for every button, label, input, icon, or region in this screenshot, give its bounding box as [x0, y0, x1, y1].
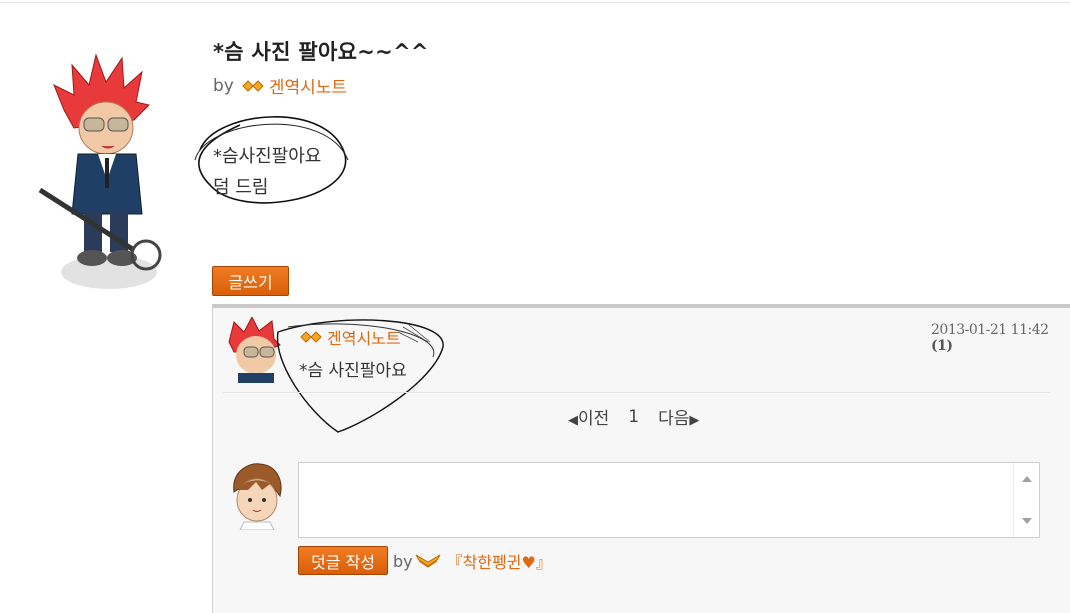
my-avatar [233, 463, 282, 530]
orange-gem-icon [242, 79, 264, 92]
comment-input[interactable] [298, 462, 1040, 538]
commenter-byline: by 『착한펭귄♥』 [393, 549, 552, 573]
comment-scrollbar[interactable] [1013, 463, 1039, 537]
triangle-left-icon: ◀ [568, 413, 578, 428]
triangle-right-icon: ▶ [689, 413, 700, 428]
page-number[interactable]: 1 [628, 407, 639, 427]
comment-date: 2013-01-21 11:42 (1) [931, 322, 1070, 354]
by-label: by [393, 551, 413, 571]
comment-date-value: 2013-01-21 11:42 [931, 322, 1049, 338]
author-avatar [38, 53, 162, 289]
post-body: *슴사진팔아요 덤 드림 [213, 141, 321, 203]
submit-comment-button[interactable]: 덧글 작성 [298, 546, 388, 575]
comment-divider [223, 392, 1050, 393]
next-label: 다음 [658, 409, 690, 429]
post-author-link[interactable]: 겐역시노트 [269, 73, 347, 98]
prev-link[interactable]: ◀이전 [568, 404, 609, 429]
post-title: *슴 사진 팔아요~~^^ [213, 40, 429, 64]
body-line-1: *슴사진팔아요 [213, 146, 322, 167]
write-button[interactable]: 글쓰기 [212, 266, 289, 296]
next-link[interactable]: 다음▶ [658, 404, 699, 429]
scroll-down-icon[interactable] [1022, 518, 1032, 524]
pagination: ◀이전 1 다음▶ [568, 404, 699, 430]
body-line-2: 덤 드림 [213, 177, 269, 198]
prev-label: 이전 [578, 409, 610, 429]
orange-wing-icon [415, 554, 441, 568]
commenter-name[interactable]: 『착한펭귄♥』 [447, 549, 552, 573]
by-label: by [213, 75, 234, 96]
comment-count: (1) [931, 338, 953, 354]
top-divider [0, 2, 1070, 3]
post-byline: by 겐역시노트 [213, 73, 347, 99]
scroll-up-icon[interactable] [1022, 476, 1032, 482]
scribble-circle [276, 319, 444, 433]
